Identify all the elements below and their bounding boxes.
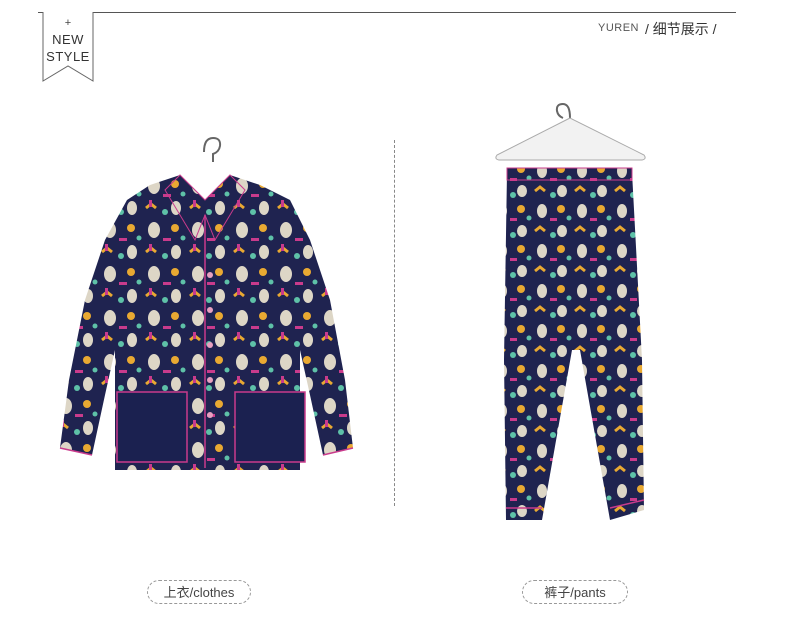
badge-line-style: STYLE bbox=[46, 49, 90, 64]
top-rule bbox=[38, 12, 736, 13]
section-title: / 细节展示 / bbox=[645, 21, 717, 37]
clothes-caption: 上衣/clothes bbox=[147, 580, 251, 604]
badge-plus: + bbox=[64, 17, 72, 29]
new-style-badge: + NEW STYLE bbox=[42, 12, 94, 82]
brand-label: YUREN bbox=[598, 22, 640, 34]
pajama-pants-image bbox=[492, 80, 652, 530]
badge-line-new: NEW bbox=[52, 32, 84, 47]
pants-caption: 裤子/pants bbox=[522, 580, 628, 604]
dashed-divider bbox=[394, 140, 395, 506]
pajama-top-image bbox=[55, 130, 355, 475]
